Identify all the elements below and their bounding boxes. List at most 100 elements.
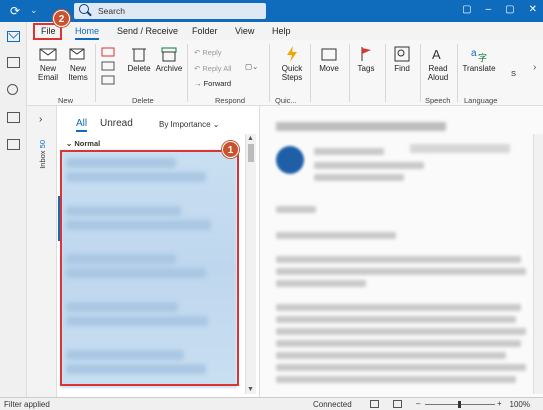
title-bar: ⟳ ⌄ Search ▢ – ▢ ✕ xyxy=(0,0,543,22)
scroll-up-icon[interactable]: ▲ xyxy=(247,135,254,142)
inbox-vertical-label[interactable]: Inbox 50 xyxy=(38,140,47,169)
reply-label: Reply xyxy=(202,48,222,57)
expand-chevron-icon[interactable]: › xyxy=(39,114,42,125)
folder-pane-collapsed: › Inbox 50 xyxy=(27,106,57,397)
blurred-line xyxy=(276,364,526,371)
sync-icon[interactable]: ⟳ xyxy=(10,4,20,18)
archive-icon xyxy=(161,47,177,62)
blurred-line xyxy=(276,316,516,323)
search-icon xyxy=(79,4,89,14)
blurred-cc xyxy=(314,174,404,181)
separator xyxy=(385,44,386,102)
tab-send-receive[interactable]: Send / Receive xyxy=(117,26,178,36)
new-email-button[interactable]: New Email xyxy=(35,46,61,82)
blurred-line xyxy=(276,304,521,311)
group-header-normal[interactable]: ⌄ Normal xyxy=(66,139,100,148)
reading-view-icon[interactable] xyxy=(393,400,402,408)
people-icon[interactable] xyxy=(7,84,18,95)
folder-move-icon xyxy=(321,48,337,61)
group-quick-label: Quic... xyxy=(275,96,297,105)
archive-label: Archive xyxy=(155,64,183,73)
ribbon-scroll-right-icon[interactable]: › xyxy=(533,62,536,73)
reading-pane xyxy=(259,106,543,397)
more-s-label[interactable]: S xyxy=(511,69,516,78)
ribbon-tabs: File Home Send / Receive Folder View Hel… xyxy=(27,22,543,40)
group-new-label: New xyxy=(58,96,74,105)
blurred-actions xyxy=(410,144,510,153)
group-language-label: Language xyxy=(464,96,498,105)
blurred-recipient xyxy=(314,162,424,169)
group-delete-label: Delete xyxy=(132,96,154,105)
move-button[interactable]: Move xyxy=(315,46,343,73)
search-box[interactable]: Search xyxy=(74,3,266,19)
blurred-line xyxy=(276,340,521,347)
blurred-subject xyxy=(276,122,446,131)
callout-1: 1 xyxy=(222,141,239,158)
find-button[interactable]: Find xyxy=(389,46,415,73)
message-list-highlight xyxy=(60,150,239,386)
tags-button[interactable]: Tags xyxy=(353,46,379,73)
reply-button[interactable]: ↶ Reply xyxy=(194,48,222,57)
filter-unread-tab[interactable]: Unread xyxy=(100,118,133,129)
search-input[interactable]: Search xyxy=(98,6,125,16)
delete-label: Delete xyxy=(127,64,151,73)
zoom-in-icon[interactable]: + xyxy=(497,399,502,408)
callout-2: 2 xyxy=(53,10,70,27)
forward-button[interactable]: → Forward xyxy=(194,79,231,88)
mail-icon[interactable] xyxy=(7,31,20,42)
new-items-button[interactable]: New Items xyxy=(64,46,92,82)
delete-button[interactable]: Delete xyxy=(126,46,152,73)
ribbon: New Email New Items New Delete Archive D… xyxy=(27,40,543,106)
blurred-line xyxy=(276,352,506,359)
read-aloud-icon: A xyxy=(432,47,441,62)
zoom-out-icon[interactable]: – xyxy=(416,399,420,408)
minimize-button[interactable]: – xyxy=(486,4,492,15)
status-connection: Connected xyxy=(313,400,352,409)
tab-home[interactable]: Home xyxy=(75,26,100,40)
scroll-thumb[interactable] xyxy=(248,144,254,162)
blurred-line xyxy=(276,280,366,287)
read-aloud-button[interactable]: A Read Aloud xyxy=(424,46,452,82)
cleanup-icons[interactable] xyxy=(100,46,118,86)
tab-help[interactable]: Help xyxy=(272,26,291,36)
separator xyxy=(95,44,96,102)
blurred-greeting xyxy=(276,206,316,213)
message-list-scrollbar[interactable]: ▲ ▼ xyxy=(245,134,256,394)
quick-steps-label: Quick Steps xyxy=(281,64,303,82)
blurred-sender xyxy=(314,148,384,155)
group-respond-label: Respond xyxy=(215,96,246,105)
close-button[interactable]: ✕ xyxy=(529,4,537,15)
quick-steps-button[interactable]: Quick Steps xyxy=(278,46,306,82)
respond-more-icon[interactable]: ▢⌄ xyxy=(245,62,258,71)
blurred-line xyxy=(276,232,396,239)
zoom-slider-knob[interactable] xyxy=(458,401,461,408)
apps-icon[interactable] xyxy=(7,139,20,150)
quick-access-dropdown-icon[interactable]: ⌄ xyxy=(30,5,38,16)
inbox-count: 50 xyxy=(38,140,47,149)
maximize-button[interactable]: ▢ xyxy=(505,4,514,15)
archive-button[interactable]: Archive xyxy=(154,46,184,73)
zoom-level[interactable]: 100% xyxy=(510,400,530,409)
filter-all-tab[interactable]: All xyxy=(76,118,88,132)
calendar-icon[interactable] xyxy=(7,57,20,68)
translate-button[interactable]: a字 Translate xyxy=(461,46,497,73)
ribbon-display-button[interactable]: ▢ xyxy=(462,4,471,15)
reading-pane-scrollbar[interactable] xyxy=(533,134,543,394)
envelope-icon xyxy=(39,48,57,61)
normal-view-icon[interactable] xyxy=(370,400,379,408)
svg-text:A: A xyxy=(432,47,441,62)
sort-dropdown[interactable]: By Importance ⌄ xyxy=(159,120,220,129)
status-bar: Filter applied Connected – + 100% xyxy=(0,397,543,410)
reply-all-button[interactable]: ↶ Reply All xyxy=(194,64,232,73)
new-items-label: New Items xyxy=(68,64,88,82)
scroll-down-icon[interactable]: ▼ xyxy=(247,386,254,393)
separator xyxy=(269,44,270,102)
todo-icon[interactable] xyxy=(7,112,20,123)
blurred-line xyxy=(276,256,521,263)
separator xyxy=(420,44,421,102)
move-label: Move xyxy=(319,64,339,73)
forward-icon: → xyxy=(194,79,202,88)
tab-view[interactable]: View xyxy=(235,26,254,36)
tab-folder[interactable]: Folder xyxy=(192,26,218,36)
separator xyxy=(457,44,458,102)
